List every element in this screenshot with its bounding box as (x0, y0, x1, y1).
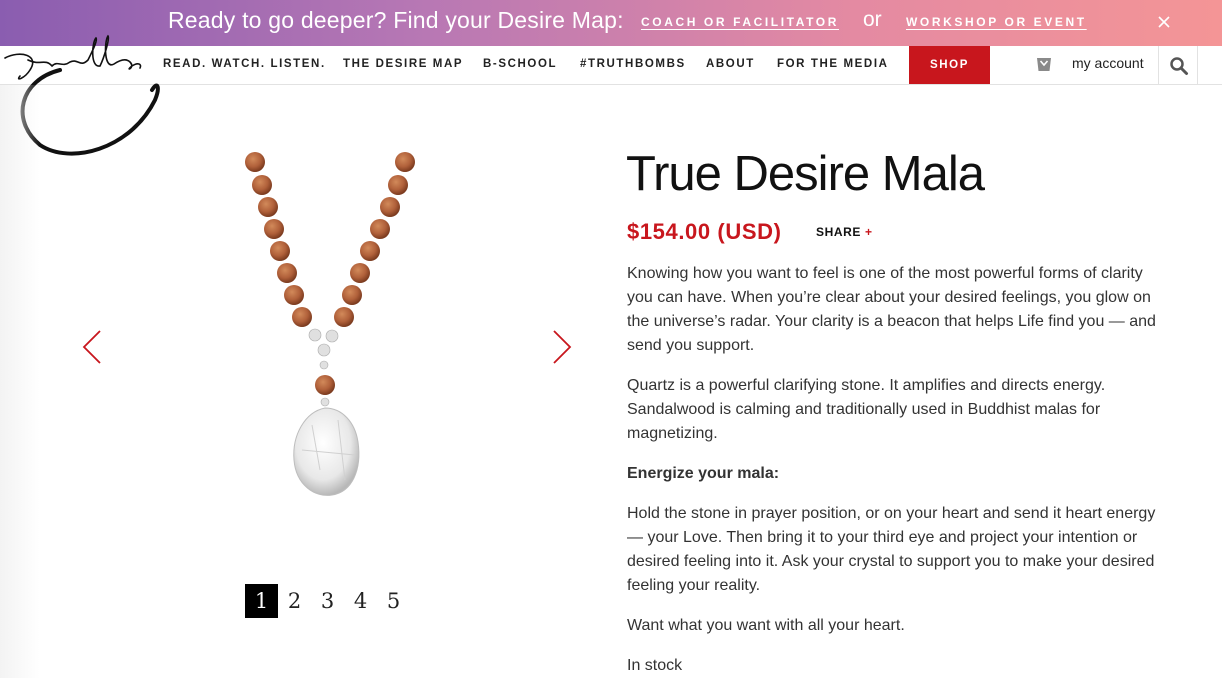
energize-heading: Energize your mala: (627, 465, 780, 482)
pager-item-2[interactable]: 2 (278, 584, 311, 618)
nav-desire-map[interactable]: THE DESIRE MAP (343, 58, 463, 70)
nav-b-school[interactable]: B-SCHOOL (483, 58, 557, 70)
search-icon (1170, 57, 1188, 75)
promo-banner: Ready to go deeper? Find your Desire Map… (0, 0, 1222, 46)
plus-icon: + (864, 225, 873, 239)
previous-image-arrow-icon[interactable] (81, 329, 103, 365)
product-description: Knowing how you want to feel is one of t… (627, 262, 1172, 678)
share-button[interactable]: SHARE + (816, 225, 873, 239)
product-title: True Desire Mala (626, 147, 985, 201)
my-account-link[interactable]: my account (1072, 55, 1144, 71)
description-paragraph: Hold the stone in prayer position, or on… (627, 505, 1156, 594)
promo-or-text: or (863, 8, 882, 31)
stock-status: In stock (627, 657, 683, 674)
description-paragraph: Want what you want with all your heart. (627, 617, 905, 634)
next-image-arrow-icon[interactable] (551, 329, 573, 365)
product-price: $154.00 (USD) (627, 219, 782, 244)
cart-icon[interactable] (1034, 55, 1054, 75)
nav-for-the-media[interactable]: FOR THE MEDIA (777, 58, 889, 70)
nav-read-watch-listen[interactable]: READ. WATCH. LISTEN. (163, 58, 326, 70)
search-button[interactable] (1158, 46, 1198, 84)
shop-button[interactable]: SHOP (909, 46, 990, 84)
page-edge-shadow (0, 85, 40, 678)
pager-item-4[interactable]: 4 (344, 584, 377, 618)
description-paragraph: Quartz is a powerful clarifying stone. I… (627, 377, 1106, 442)
image-pager: 1 2 3 4 5 (245, 584, 410, 618)
pager-item-3[interactable]: 3 (311, 584, 344, 618)
pager-item-1[interactable]: 1 (245, 584, 278, 618)
close-icon[interactable] (1156, 14, 1172, 30)
nav-about[interactable]: ABOUT (706, 58, 755, 70)
share-label: SHARE (816, 225, 862, 239)
pager-item-5[interactable]: 5 (377, 584, 410, 618)
promo-text: Ready to go deeper? Find your Desire Map… (168, 7, 624, 33)
main-nav: READ. WATCH. LISTEN. THE DESIRE MAP B-SC… (0, 46, 1222, 85)
nav-truthbombs[interactable]: #TRUTHBOMBS (580, 58, 686, 70)
product-image (245, 152, 415, 496)
description-paragraph: Knowing how you want to feel is one of t… (627, 265, 1156, 354)
coach-facilitator-link[interactable]: COACH OR FACILITATOR (641, 15, 839, 29)
workshop-event-link[interactable]: WORKSHOP OR EVENT (906, 15, 1087, 29)
